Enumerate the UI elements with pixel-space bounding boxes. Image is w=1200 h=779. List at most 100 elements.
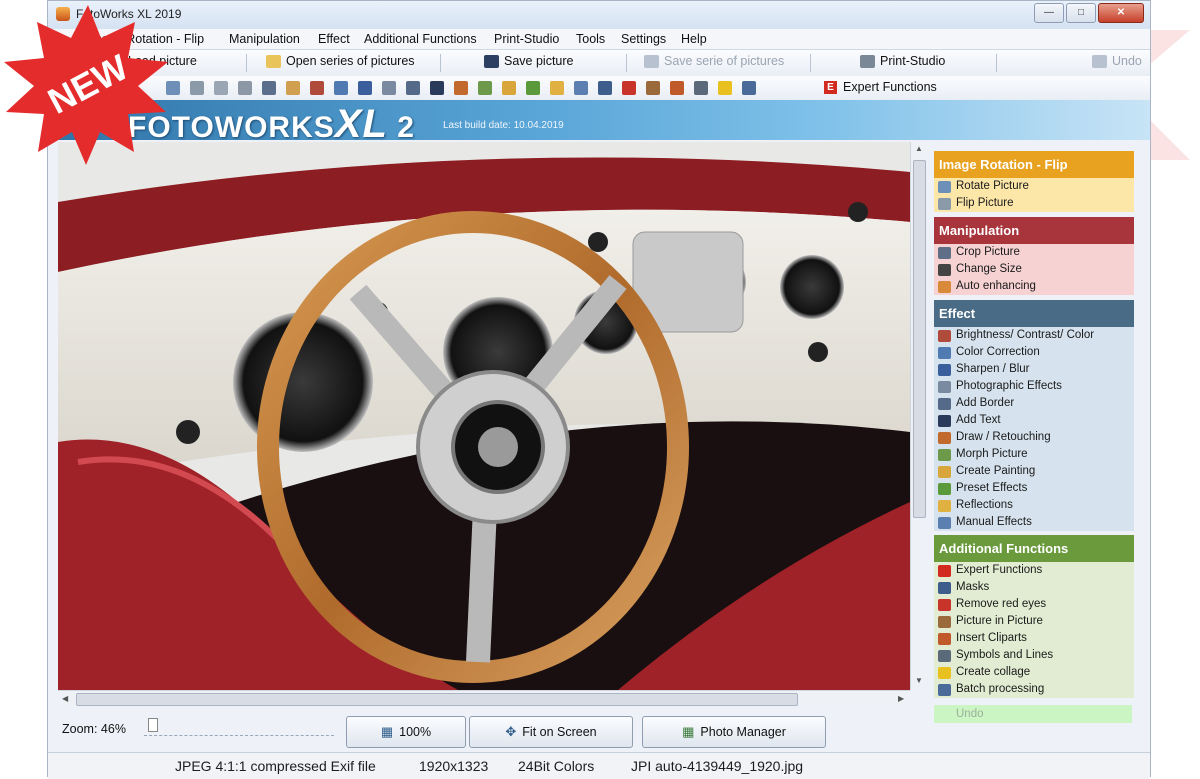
resize-icon[interactable] [262,81,276,95]
panel-item-brightness[interactable]: Brightness/ Contrast/ Color [934,327,1134,344]
zoom-slider[interactable] [144,719,334,736]
save-icon [484,54,499,68]
red-eye-icon[interactable] [622,81,636,95]
photo-manager-button[interactable]: ▦ Photo Manager [642,716,826,748]
clipart-icon[interactable] [670,81,684,95]
batch-icon[interactable] [742,81,756,95]
panel-item-masks[interactable]: Masks [934,579,1134,596]
preset-icon[interactable] [526,81,540,95]
panel-item-change-size[interactable]: Change Size [934,261,1134,278]
color-correction-icon[interactable] [334,81,348,95]
panel-item-picture-in-picture[interactable]: Picture in Picture [934,613,1134,630]
menu-additional-functions[interactable]: Additional Functions [364,32,477,46]
main-toolbar: Load picture Open series of pictures Sav… [48,49,1150,77]
save-series-button[interactable]: Save serie of pictures [644,54,784,68]
panel-item-create-collage[interactable]: Create collage [934,664,1134,681]
panel-item-color-correction[interactable]: Color Correction [934,344,1134,361]
zoom-100-button[interactable]: ▦ 100% [346,716,466,748]
menu-effect[interactable]: Effect [318,32,350,46]
minimize-button[interactable]: — [1034,3,1064,23]
crop-icon[interactable] [238,81,252,95]
painting-icon[interactable] [502,81,516,95]
picture-in-picture-icon[interactable] [646,81,660,95]
photo-effects-icon[interactable] [382,81,396,95]
panel-item-batch-processing[interactable]: Batch processing [934,681,1134,698]
panel-item-expert-functions[interactable]: Expert Functions [934,562,1134,579]
status-bar: JPEG 4:1:1 compressed Exif file 1920x132… [48,752,1150,779]
draw-icon[interactable] [454,81,468,95]
manual-effects-icon[interactable] [574,81,588,95]
panel-item-manual-effects[interactable]: Manual Effects [934,514,1134,531]
save-icon [644,54,659,68]
sharpen-icon[interactable] [358,81,372,95]
flip-icon[interactable] [190,81,204,95]
panel-item-add-text[interactable]: Add Text [934,412,1134,429]
vertical-scroll-thumb[interactable] [913,160,926,518]
zoom-value: 46% [100,722,126,736]
horizontal-scrollbar[interactable]: ◀ ▶ [58,690,910,707]
menu-settings[interactable]: Settings [621,32,666,46]
masks-icon[interactable] [598,81,612,95]
section-effect: Effect Brightness/ Contrast/ Color Color… [934,300,1134,531]
panel-item-crop-picture[interactable]: Crop Picture [934,244,1134,261]
tool-icons-toolbar: E Expert Functions [48,76,1150,101]
panel-item-photographic-effects[interactable]: Photographic Effects [934,378,1134,395]
collage-icon[interactable] [718,81,732,95]
status-filename: JPI auto-4139449_1920.jpg [631,758,804,774]
panel-item-add-border[interactable]: Add Border [934,395,1134,412]
title-bar: FotoWorks XL 2019 — □ ✕ [48,1,1150,30]
panel-item-create-painting[interactable]: Create Painting [934,463,1134,480]
menu-tools[interactable]: Tools [576,32,605,46]
panel-item-insert-cliparts[interactable]: Insert Cliparts [934,630,1134,647]
horizontal-scroll-thumb[interactable] [76,693,798,706]
image-canvas[interactable] [58,142,910,690]
undo-button[interactable]: Undo [1092,54,1142,68]
masks-icon [938,581,951,594]
menu-manipulation[interactable]: Manipulation [229,32,300,46]
menu-print-studio[interactable]: Print-Studio [494,32,559,46]
reflection-icon[interactable] [550,81,564,95]
maximize-button[interactable]: □ [1066,3,1096,23]
red-eye-icon [938,598,951,611]
vertical-scrollbar[interactable]: ▲ ▼ [910,142,927,690]
morph-icon[interactable] [478,81,492,95]
fit-on-screen-button[interactable]: ✥ Fit on Screen [469,716,633,748]
batch-icon [938,683,951,696]
panel-item-flip-picture[interactable]: Flip Picture [934,195,1134,212]
clipart-icon [938,632,951,645]
sharpen-icon [938,363,951,376]
expert-functions-button[interactable]: E Expert Functions [824,80,937,94]
section-title: Manipulation [934,217,1134,244]
print-studio-button[interactable]: Print-Studio [860,54,945,68]
panel-item-preset-effects[interactable]: Preset Effects [934,480,1134,497]
panel-item-auto-enhancing[interactable]: Auto enhancing [934,278,1134,295]
enhance-icon[interactable] [286,81,300,95]
panel-item-morph-picture[interactable]: Morph Picture [934,446,1134,463]
symbols-icon[interactable] [694,81,708,95]
menu-help[interactable]: Help [681,32,707,46]
enhance-icon [938,280,951,293]
open-series-button[interactable]: Open series of pictures [266,54,415,68]
flip-icon [938,197,951,210]
text-icon[interactable] [430,81,444,95]
panel-item-remove-red-eyes[interactable]: Remove red eyes [934,596,1134,613]
build-date: Last build date: 10.04.2019 [443,120,564,131]
panel-item-rotate-picture[interactable]: Rotate Picture [934,178,1134,195]
border-icon[interactable] [406,81,420,95]
zoom-slider-handle[interactable] [147,718,158,732]
save-picture-button[interactable]: Save picture [484,54,573,68]
new-badge: NEW [4,5,168,165]
draw-icon [938,431,951,444]
close-button[interactable]: ✕ [1098,3,1144,23]
panel-item-sharpen-blur[interactable]: Sharpen / Blur [934,361,1134,378]
section-manipulation: Manipulation Crop Picture Change Size Au… [934,217,1134,295]
panel-item-symbols-lines[interactable]: Symbols and Lines [934,647,1134,664]
mirror-icon[interactable] [214,81,228,95]
panel-item-draw-retouching[interactable]: Draw / Retouching [934,429,1134,446]
color-correction-icon [938,346,951,359]
preset-icon [938,482,951,495]
brightness-icon[interactable] [310,81,324,95]
panel-undo-button[interactable]: Undo [934,705,1132,723]
picture-in-picture-icon [938,615,951,628]
panel-item-reflections[interactable]: Reflections [934,497,1134,514]
